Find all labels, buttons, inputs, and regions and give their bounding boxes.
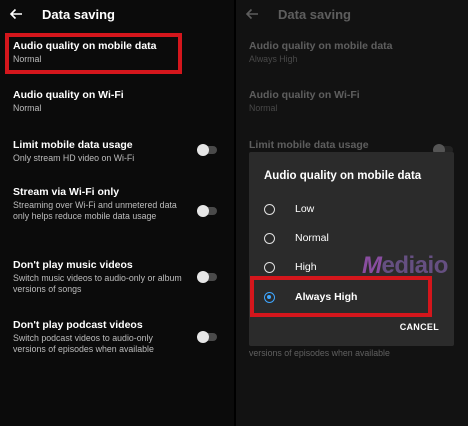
setting-no-podcast-videos[interactable]: Don't play podcast videos Switch podcast… bbox=[13, 319, 228, 355]
left-screen: Data saving Audio quality on mobile data… bbox=[0, 0, 236, 426]
setting-title: Don't play music videos bbox=[13, 259, 133, 271]
setting-description: Only stream HD video on Wi-Fi bbox=[13, 153, 135, 163]
setting-title: Stream via Wi-Fi only bbox=[13, 186, 120, 198]
setting-value: Normal bbox=[249, 103, 278, 113]
setting-stream-wifi-only[interactable]: Stream via Wi-Fi only Streaming over Wi-… bbox=[13, 186, 228, 222]
setting-title: Don't play podcast videos bbox=[13, 319, 143, 331]
setting-audio-wifi[interactable]: Audio quality on Wi-Fi Normal bbox=[249, 89, 464, 114]
app-bar: Data saving bbox=[0, 0, 236, 30]
setting-description-partial: versions of episodes when available bbox=[249, 347, 464, 359]
radio-button[interactable] bbox=[264, 262, 275, 273]
option-label: High bbox=[295, 261, 317, 273]
setting-value: Always High bbox=[249, 54, 298, 64]
option-label: Normal bbox=[295, 232, 329, 244]
cancel-button[interactable]: CANCEL bbox=[400, 322, 439, 332]
setting-audio-mobile[interactable]: Audio quality on mobile data Always High bbox=[249, 40, 464, 65]
dialog-title: Audio quality on mobile data bbox=[264, 170, 422, 182]
setting-description: Streaming over Wi-Fi and unmetered data … bbox=[13, 200, 177, 221]
radio-button[interactable] bbox=[264, 233, 275, 244]
app-bar: Data saving bbox=[236, 0, 468, 30]
setting-description: Switch podcast videos to audio-only vers… bbox=[13, 333, 154, 354]
page-title: Data saving bbox=[42, 7, 115, 22]
setting-title: Limit mobile data usage bbox=[13, 139, 133, 151]
setting-description: Switch music videos to audio-only or alb… bbox=[13, 273, 182, 294]
setting-title: Limit mobile data usage bbox=[249, 139, 369, 151]
arrow-left-icon[interactable] bbox=[8, 6, 24, 22]
option-low[interactable]: Low bbox=[249, 199, 454, 223]
setting-limit-mobile-data[interactable]: Limit mobile data usage Only stream HD v… bbox=[13, 139, 228, 164]
limit-mobile-data-toggle[interactable] bbox=[197, 144, 219, 156]
arrow-left-icon[interactable] bbox=[244, 6, 260, 22]
setting-title: Audio quality on Wi-Fi bbox=[249, 89, 360, 101]
option-label: Low bbox=[295, 203, 315, 215]
setting-title: Audio quality on Wi-Fi bbox=[13, 89, 124, 101]
setting-description: versions of episodes when available bbox=[249, 348, 390, 358]
setting-audio-wifi[interactable]: Audio quality on Wi-Fi Normal bbox=[13, 89, 228, 114]
highlight-box bbox=[250, 276, 432, 317]
radio-button[interactable] bbox=[264, 204, 275, 215]
watermark-m: M bbox=[362, 252, 382, 279]
setting-no-music-videos[interactable]: Don't play music videos Switch music vid… bbox=[13, 259, 228, 295]
watermark-text: ediaio bbox=[381, 252, 449, 279]
watermark-logo: Mediaio bbox=[362, 252, 448, 280]
stream-wifi-only-toggle[interactable] bbox=[197, 205, 219, 217]
setting-limit-mobile-data[interactable]: Limit mobile data usage bbox=[249, 139, 464, 152]
setting-title: Audio quality on mobile data bbox=[249, 40, 393, 52]
page-title: Data saving bbox=[278, 7, 351, 22]
setting-value: Normal bbox=[13, 103, 42, 113]
no-podcast-videos-toggle[interactable] bbox=[197, 331, 219, 343]
highlight-box bbox=[5, 33, 182, 74]
no-music-videos-toggle[interactable] bbox=[197, 271, 219, 283]
option-normal[interactable]: Normal bbox=[249, 228, 454, 252]
